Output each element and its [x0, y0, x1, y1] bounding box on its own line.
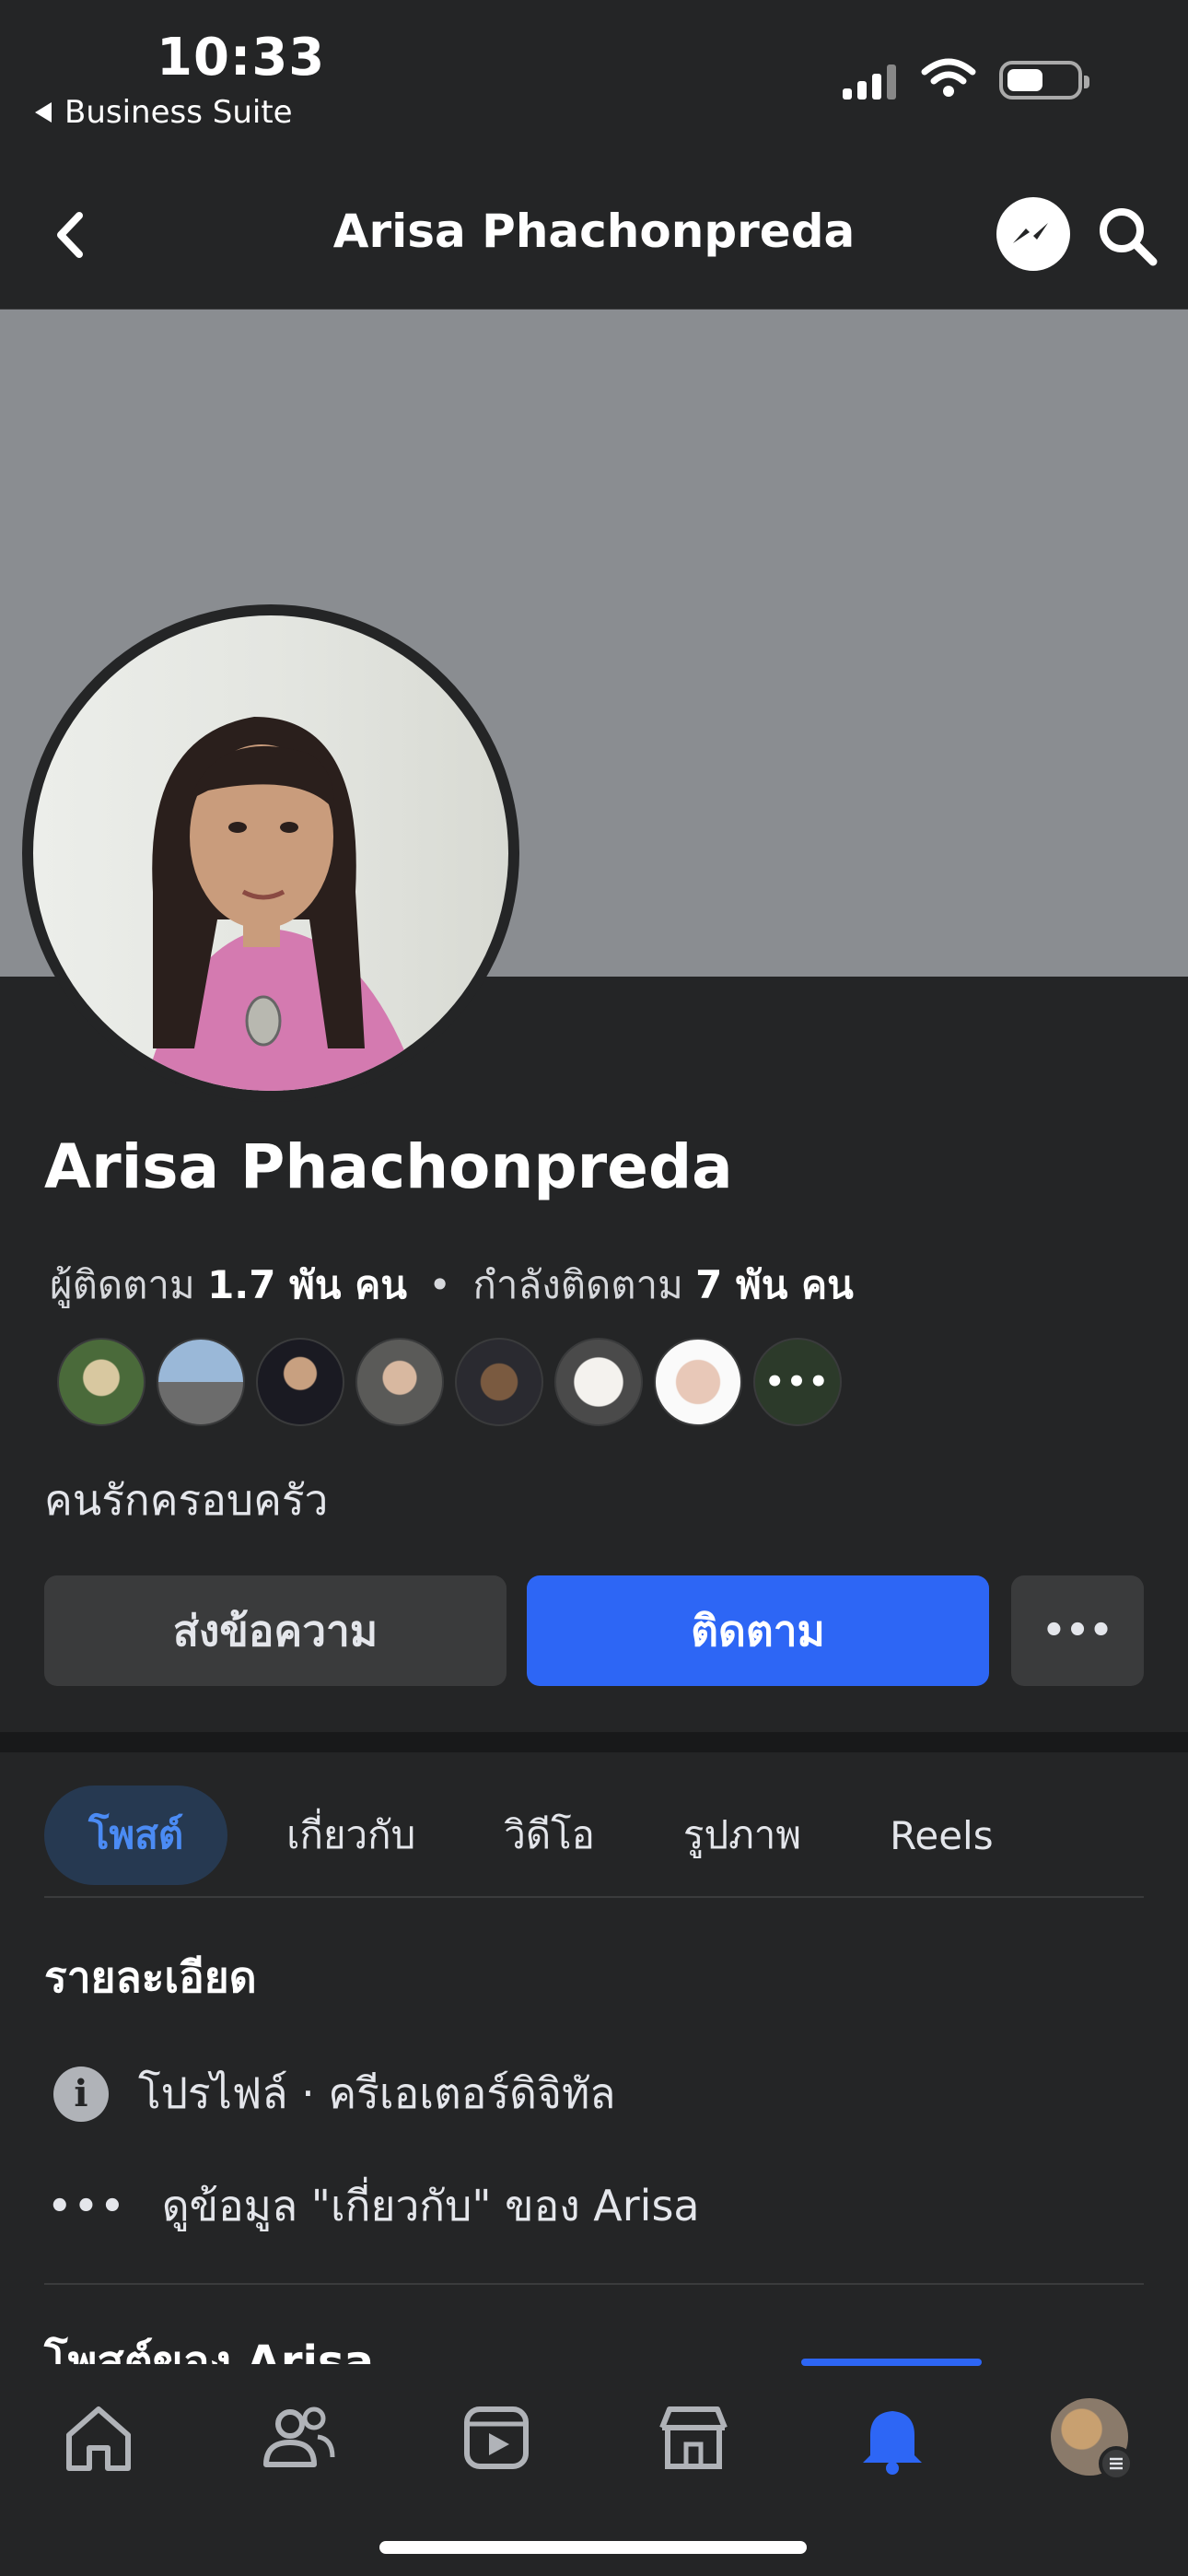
message-button[interactable]: ส่งข้อความ: [44, 1575, 507, 1686]
search-icon[interactable]: [1092, 201, 1162, 271]
active-tab-indicator: [801, 2359, 982, 2366]
details-divider: [44, 2283, 1144, 2285]
profile-bio: คนรักครอบครัว: [44, 1475, 329, 1525]
friend-avatar[interactable]: [654, 1338, 742, 1426]
menu-badge-icon: [1099, 2446, 1134, 2481]
about-link-text: ดูข้อมูล "เกี่ยวกับ" ของ Arisa: [161, 2181, 700, 2231]
tab-about[interactable]: เกี่ยวกับ: [242, 1786, 460, 1885]
follower-stats[interactable]: ผู้ติดตาม 1.7 พัน คน • กำลังติดตาม 7 พัน…: [50, 1255, 854, 1316]
battery-icon: [999, 61, 1089, 100]
profile-picture[interactable]: [22, 604, 519, 1102]
menu-avatar-icon[interactable]: [1048, 2395, 1134, 2481]
status-time: 10:33: [157, 28, 326, 88]
mutual-friends-row[interactable]: •••: [57, 1338, 842, 1426]
more-dots-icon: •••: [48, 2184, 127, 2228]
tab-videos[interactable]: วิดีโอ: [460, 1786, 639, 1885]
cellular-signal-icon: [843, 64, 896, 100]
tab-photos[interactable]: รูปภาพ: [639, 1786, 845, 1885]
tab-posts[interactable]: โพสต์: [44, 1786, 228, 1885]
followers-count: 1.7 พัน คน: [207, 1262, 407, 1307]
notifications-icon[interactable]: [851, 2395, 934, 2478]
info-icon: i: [53, 2066, 109, 2122]
followers-label: ผู้ติดตาม: [50, 1262, 195, 1307]
marketplace-icon[interactable]: [652, 2395, 735, 2478]
back-app-label: Business Suite: [64, 94, 293, 131]
home-indicator[interactable]: [379, 2541, 807, 2554]
back-to-app-link[interactable]: Business Suite: [35, 94, 293, 131]
tab-reels[interactable]: Reels: [845, 1786, 1038, 1885]
profile-type-text: โปรไฟล์ · ครีเอเตอร์ดิจิทัล: [138, 2068, 616, 2118]
back-triangle-icon: [35, 102, 52, 123]
friend-avatar[interactable]: [554, 1338, 643, 1426]
more-options-button[interactable]: •••: [1011, 1575, 1144, 1686]
friend-avatar[interactable]: [57, 1338, 146, 1426]
section-divider: [0, 1732, 1188, 1752]
messenger-icon[interactable]: [996, 197, 1070, 271]
tabs-divider: [44, 1896, 1144, 1898]
profile-type-row: i โปรไฟล์ · ครีเอเตอร์ดิจิทัล: [53, 2060, 615, 2127]
stats-separator: •: [428, 1262, 452, 1307]
follow-button[interactable]: ติดตาม: [527, 1575, 989, 1686]
home-icon[interactable]: [57, 2395, 140, 2478]
profile-photo-illustration: [144, 717, 420, 1091]
see-about-link[interactable]: ••• ดูข้อมูล "เกี่ยวกับ" ของ Arisa: [48, 2172, 700, 2240]
more-friends-button[interactable]: •••: [753, 1338, 842, 1426]
profile-name: Arisa Phachonpreda: [44, 1131, 733, 1202]
profile-tabs: โพสต์ เกี่ยวกับ วิดีโอ รูปภาพ Reels: [44, 1774, 1144, 1896]
friend-avatar[interactable]: [455, 1338, 543, 1426]
details-title: รายละเอียด: [44, 1952, 257, 2002]
wifi-icon: [921, 57, 976, 101]
friend-avatar[interactable]: [157, 1338, 245, 1426]
friend-avatar[interactable]: [256, 1338, 344, 1426]
friends-icon[interactable]: [256, 2395, 339, 2478]
following-count: 7 พัน คน: [695, 1262, 854, 1307]
video-icon[interactable]: [455, 2395, 538, 2478]
friend-avatar[interactable]: [355, 1338, 444, 1426]
following-label: กำลังติดตาม: [472, 1262, 683, 1307]
